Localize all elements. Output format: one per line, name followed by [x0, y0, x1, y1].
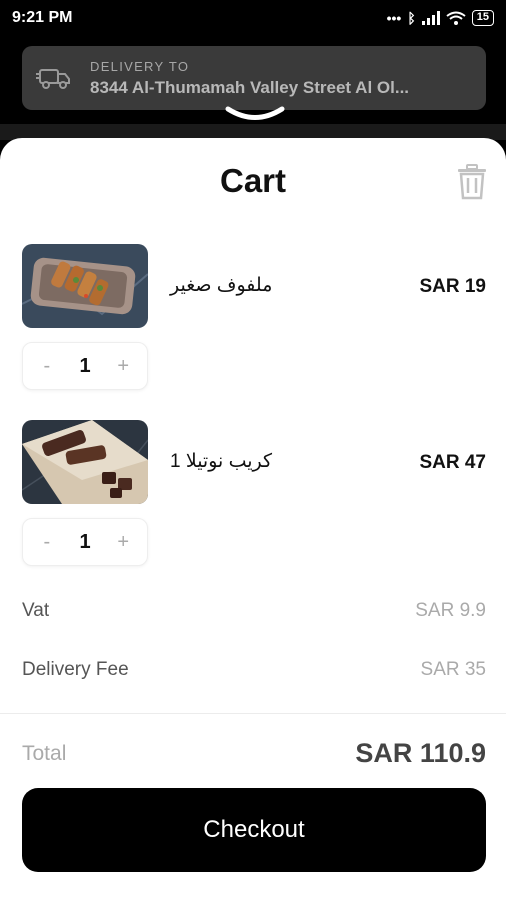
delivery-truck-icon — [36, 69, 70, 89]
cart-sheet: Cart ملفوف صغير SAR 19 - 1 + كريب نوتيلا… — [0, 138, 506, 900]
increment-button[interactable]: + — [108, 355, 138, 378]
item-image[interactable] — [22, 244, 148, 328]
trash-icon[interactable] — [456, 164, 488, 200]
delivery-address: 8344 Al-Thumamah Valley Street Al Ol... — [90, 77, 410, 97]
delivery-address-bar[interactable]: DELIVERY TO 8344 Al-Thumamah Valley Stre… — [22, 46, 486, 110]
item-name: ملفوف صغير — [170, 275, 273, 296]
delivery-label: DELIVERY TO — [90, 58, 190, 74]
decrement-button[interactable]: - — [32, 355, 62, 378]
increment-button[interactable]: + — [108, 531, 138, 554]
vat-row: Vat SAR 9.9 — [22, 600, 486, 622]
total-label: Total — [22, 741, 67, 765]
status-icons: ••• ᛒ 15 — [387, 10, 494, 26]
item-name: كريب نوتيلا 1 — [170, 451, 273, 472]
quantity-stepper: - 1 + — [22, 342, 148, 390]
quantity-value: 1 — [79, 354, 91, 377]
vat-value: SAR 9.9 — [415, 600, 486, 621]
checkout-button[interactable]: Checkout — [22, 788, 486, 872]
total-row: Total SAR 110.9 — [22, 738, 486, 769]
quantity-value: 1 — [79, 530, 91, 553]
bluetooth-icon: ᛒ — [407, 10, 416, 26]
item-price: SAR 19 — [419, 276, 486, 297]
vat-label: Vat — [22, 600, 50, 621]
chevron-down-icon[interactable] — [224, 104, 286, 124]
item-image[interactable] — [22, 420, 148, 504]
more-icon: ••• — [386, 10, 402, 26]
delivery-fee-label: Delivery Fee — [22, 659, 129, 680]
delivery-fee-row: Delivery Fee SAR 35 — [22, 659, 486, 681]
delivery-fee-value: SAR 35 — [420, 659, 486, 680]
divider — [0, 713, 506, 714]
status-time: 9:21 PM — [12, 9, 73, 26]
cart-title: Cart — [219, 162, 287, 199]
signal-icon — [421, 11, 440, 25]
wifi-icon — [446, 11, 466, 25]
item-price: SAR 47 — [419, 452, 486, 473]
decrement-button[interactable]: - — [32, 531, 62, 554]
status-bar: 9:21 PM ••• ᛒ 15 — [0, 0, 506, 36]
total-value: SAR 110.9 — [355, 738, 486, 768]
quantity-stepper: - 1 + — [22, 518, 148, 566]
battery-icon: 15 — [471, 10, 494, 26]
